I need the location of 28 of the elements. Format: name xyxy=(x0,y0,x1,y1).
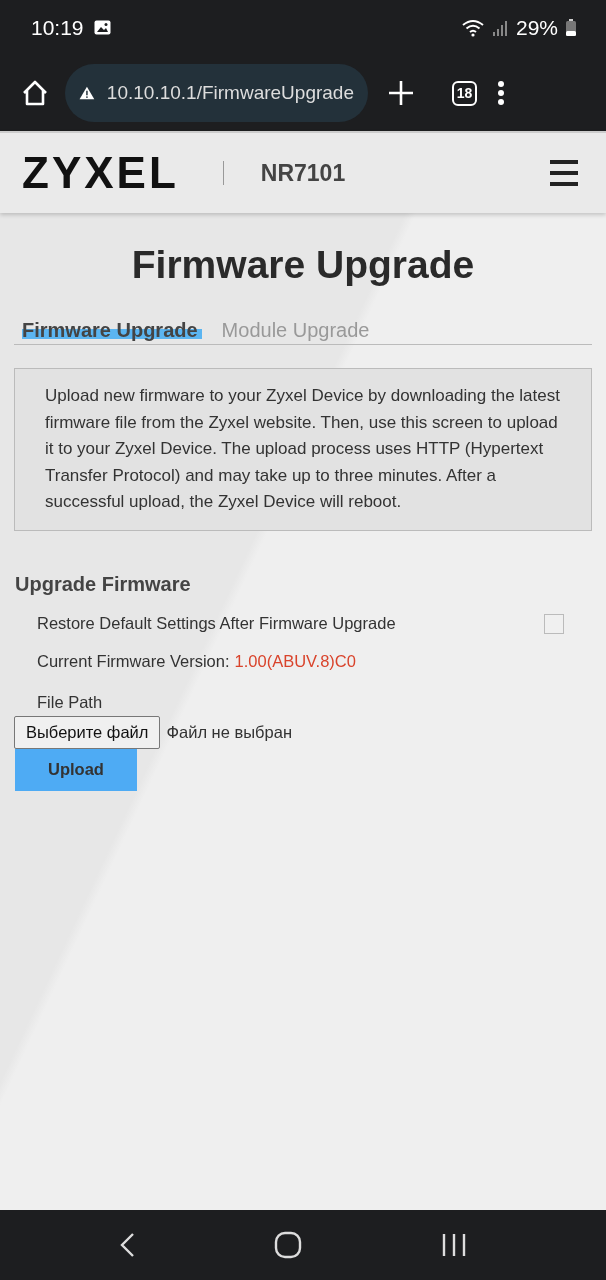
address-bar[interactable]: 10.10.10.1/FirmwareUpgrade xyxy=(65,64,368,122)
tab-count-button[interactable]: 18 xyxy=(452,80,477,106)
back-icon[interactable] xyxy=(119,1232,136,1258)
description-text: Upload new firmware to your Zyxel Device by downloading the latest firmware file from the Zyxel website. Then, use this screen to upload it to your Zyxel Device. The upload process uses HTTP (Hypertext Transfer Protocol) and may take up to three minutes. After a successful upload, the Zyxel Device will reboot. xyxy=(45,385,561,513)
battery-percentage: 29% xyxy=(515,15,558,40)
file-path-label: File Path xyxy=(37,692,103,712)
battery-icon xyxy=(566,19,576,36)
clock: 10:19 xyxy=(31,15,84,40)
model-name: NR7101 xyxy=(260,159,346,187)
section-title: Upgrade Firmware xyxy=(15,572,192,596)
home-icon[interactable] xyxy=(21,80,49,106)
image-icon xyxy=(93,20,111,35)
version-label: Current Firmware Version: xyxy=(37,651,230,671)
menu-icon[interactable] xyxy=(550,160,578,186)
file-status: Файл не выбран xyxy=(166,722,292,742)
option-label: Restore Default Settings After Firmware Upgrade xyxy=(37,614,396,633)
page-title: Firmware Upgrade xyxy=(130,243,476,287)
plus-icon[interactable] xyxy=(388,80,414,106)
choose-file-button[interactable]: Выберите файл xyxy=(14,715,161,749)
home-button-icon[interactable] xyxy=(274,1231,302,1259)
recent-apps-icon[interactable] xyxy=(440,1233,467,1257)
wifi-icon xyxy=(461,18,484,37)
logo: ZYXEL xyxy=(22,148,179,198)
more-icon[interactable] xyxy=(497,80,505,106)
signal-icon xyxy=(491,19,508,36)
checkbox[interactable] xyxy=(544,613,564,634)
upload-button[interactable]: Upload xyxy=(15,748,137,791)
version-value: 1.00(ABUV.8)C0 xyxy=(234,651,356,671)
